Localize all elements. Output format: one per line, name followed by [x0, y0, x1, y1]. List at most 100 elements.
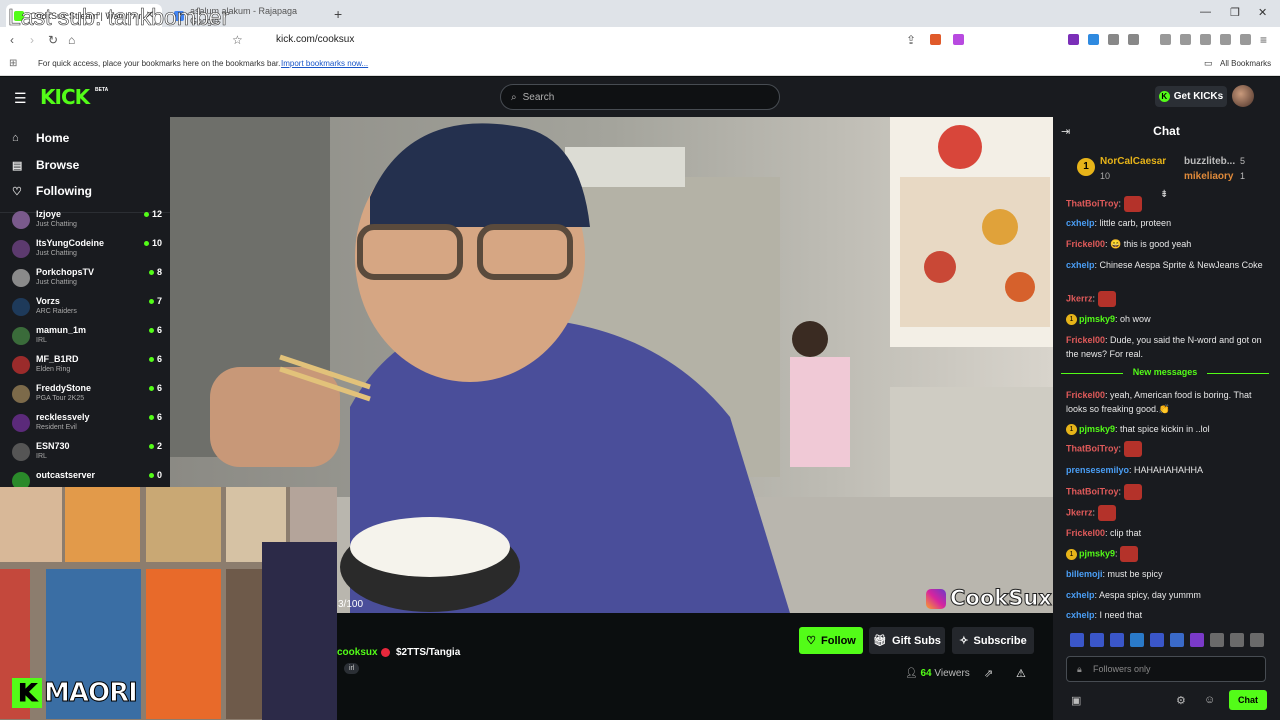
- chat-username[interactable]: billemoji: [1066, 569, 1103, 579]
- sidebar-item-browse[interactable]: ▤ Browse: [12, 158, 79, 172]
- bookmark-star-icon[interactable]: ☆: [232, 33, 243, 47]
- sidebar-channel-mamun_1m[interactable]: mamun_1m IRL 6: [12, 325, 162, 354]
- apps-grid-icon[interactable]: ⊞: [9, 58, 17, 69]
- reload-icon[interactable]: ↻: [48, 33, 58, 47]
- emote-icon[interactable]: [1170, 633, 1184, 647]
- channel-name: ESN730: [36, 441, 70, 451]
- chat-username[interactable]: cxhelp: [1066, 610, 1095, 620]
- emote-icon[interactable]: [1210, 633, 1224, 647]
- chat-username[interactable]: cxhelp: [1066, 590, 1095, 600]
- forward-icon[interactable]: ›: [30, 33, 34, 47]
- home-browser-icon[interactable]: ⌂: [68, 33, 75, 47]
- minimize-icon[interactable]: —: [1200, 6, 1211, 18]
- brave-shield-icon[interactable]: [930, 34, 941, 45]
- streamer-name[interactable]: cooksux: [337, 647, 378, 658]
- chat-username[interactable]: Frickel00: [1066, 528, 1105, 538]
- category-tag[interactable]: irl: [344, 663, 360, 674]
- vpn-icon[interactable]: [1240, 34, 1251, 45]
- rewards-icon[interactable]: [953, 34, 964, 45]
- emote-icon[interactable]: [1110, 633, 1124, 647]
- close-window-icon[interactable]: ✕: [1258, 6, 1267, 19]
- chat-username[interactable]: pjmsky9: [1079, 424, 1115, 434]
- share-page-icon[interactable]: ⇪: [906, 33, 916, 47]
- sidebar-channel-esn730[interactable]: ESN730 IRL 2: [12, 441, 162, 470]
- chat-username[interactable]: Jkerrz: [1066, 293, 1093, 303]
- emote-icon[interactable]: [1130, 633, 1144, 647]
- leo-icon[interactable]: [1220, 34, 1231, 45]
- chat-username[interactable]: ThatBoiTroy: [1066, 443, 1119, 453]
- chat-send-button[interactable]: Chat: [1229, 690, 1267, 710]
- emote-icon[interactable]: [1230, 633, 1244, 647]
- wallet-icon[interactable]: [1200, 34, 1211, 45]
- restore-icon[interactable]: ❐: [1230, 6, 1240, 19]
- chat-username[interactable]: prensesemilyo: [1066, 465, 1129, 475]
- channel-category: Just Chatting: [36, 279, 77, 286]
- kicks-coin-icon: K: [1158, 91, 1170, 102]
- leaderboard-first-name[interactable]: NorCalCaesar: [1100, 156, 1166, 167]
- folder-icon: ▭: [1204, 58, 1213, 68]
- chat-username[interactable]: Frickel00: [1066, 390, 1105, 400]
- chat-username[interactable]: cxhelp: [1066, 218, 1095, 228]
- channel-category: IRL: [36, 337, 47, 344]
- new-messages-divider[interactable]: New messages: [1061, 367, 1269, 379]
- menu-icon[interactable]: ≡: [1260, 33, 1267, 47]
- sidebar-item-home[interactable]: ⌂ Home: [12, 131, 69, 145]
- chat-username[interactable]: Frickel00: [1066, 239, 1105, 249]
- user-avatar[interactable]: [1232, 85, 1254, 107]
- get-kicks-button[interactable]: K Get KICKs: [1155, 86, 1227, 107]
- extension-icon[interactable]: [1068, 34, 1079, 45]
- emote-icon[interactable]: [1090, 633, 1104, 647]
- chat-username[interactable]: Frickel00: [1066, 335, 1105, 345]
- leaderboard-second-name[interactable]: buzzliteb...: [1184, 156, 1235, 167]
- subscribe-button[interactable]: ✧ Subscribe: [952, 627, 1034, 654]
- share-icon[interactable]: ⇗: [984, 667, 993, 680]
- chat-username[interactable]: Jkerrz: [1066, 507, 1093, 517]
- chat-username[interactable]: cxhelp: [1066, 260, 1095, 270]
- viewer-number: 6: [156, 325, 162, 335]
- search-input[interactable]: ⌕ Search: [500, 84, 780, 110]
- sidebar-channel-recklessvely[interactable]: recklessvely Resident Evil 6: [12, 412, 162, 441]
- sidebar-channel-lzjoye[interactable]: lzjoye Just Chatting 12: [12, 209, 162, 238]
- sidebar-channel-vorzs[interactable]: Vorzs ARC Raiders 7: [12, 296, 162, 325]
- chat-username[interactable]: ThatBoiTroy: [1066, 198, 1119, 208]
- emote-icon[interactable]: [1150, 633, 1164, 647]
- sidebar-channel-porkchopstv[interactable]: PorkchopsTV Just Chatting 8: [12, 267, 162, 296]
- sidebar-toggle-icon[interactable]: [1180, 34, 1191, 45]
- chat-username[interactable]: pjmsky9: [1079, 314, 1115, 324]
- gift-subs-button[interactable]: 🎁︎ Gift Subs: [869, 627, 945, 654]
- emote-icon[interactable]: [1190, 633, 1204, 647]
- extension-icon[interactable]: [1088, 34, 1099, 45]
- get-kicks-label: Get KICKs: [1173, 91, 1224, 102]
- new-tab-icon[interactable]: +: [334, 6, 342, 22]
- all-bookmarks-button[interactable]: All Bookmarks: [1220, 59, 1271, 68]
- channel-name: FreddyStone: [36, 383, 92, 393]
- import-bookmarks-link[interactable]: Import bookmarks now...: [281, 59, 368, 68]
- settings-gear-icon[interactable]: ⚙: [1176, 694, 1186, 707]
- sidebar-channel-mf_b1rd[interactable]: MF_B1RD Elden Ring 6: [12, 354, 162, 383]
- sidebar-channel-freddystone[interactable]: FreddyStone PGA Tour 2K25 6: [12, 383, 162, 412]
- follow-button[interactable]: ♡ Follow: [799, 627, 863, 654]
- live-dot-icon: [148, 386, 154, 392]
- extension-icon[interactable]: [1128, 34, 1139, 45]
- avatar: [12, 327, 30, 345]
- emote-icon[interactable]: [1070, 633, 1084, 647]
- back-icon[interactable]: ‹: [10, 33, 14, 47]
- extensions-puzzle-icon[interactable]: [1108, 34, 1119, 45]
- leaderboard-third-name[interactable]: mikeliaory: [1184, 171, 1233, 182]
- channel-name: PorkchopsTV: [36, 267, 95, 277]
- sidebar-channel-itsyungcodeine[interactable]: ItsYungCodeine Just Chatting 10: [12, 238, 162, 267]
- viewer-number: 2: [156, 441, 162, 451]
- report-icon[interactable]: ⚠: [1016, 667, 1026, 680]
- emote-picker-icon[interactable]: ☺: [1204, 694, 1215, 706]
- gift-chest-icon[interactable]: ▣: [1071, 694, 1081, 707]
- chat-message: Frickel00: yeah, American food is boring…: [1066, 390, 1252, 414]
- kick-logo[interactable]: KICK: [40, 85, 90, 109]
- chat-username[interactable]: pjmsky9: [1079, 548, 1115, 558]
- sidebar-item-following[interactable]: ♡ Following: [12, 184, 92, 198]
- hamburger-menu-icon[interactable]: ☰: [14, 90, 27, 107]
- chat-input[interactable]: 🔒︎ Followers only: [1066, 656, 1266, 682]
- chat-username[interactable]: ThatBoiTroy: [1066, 486, 1119, 496]
- url-field[interactable]: kick.com/cooksux: [250, 30, 970, 49]
- media-icon[interactable]: [1160, 34, 1171, 45]
- emote-icon[interactable]: [1250, 633, 1264, 647]
